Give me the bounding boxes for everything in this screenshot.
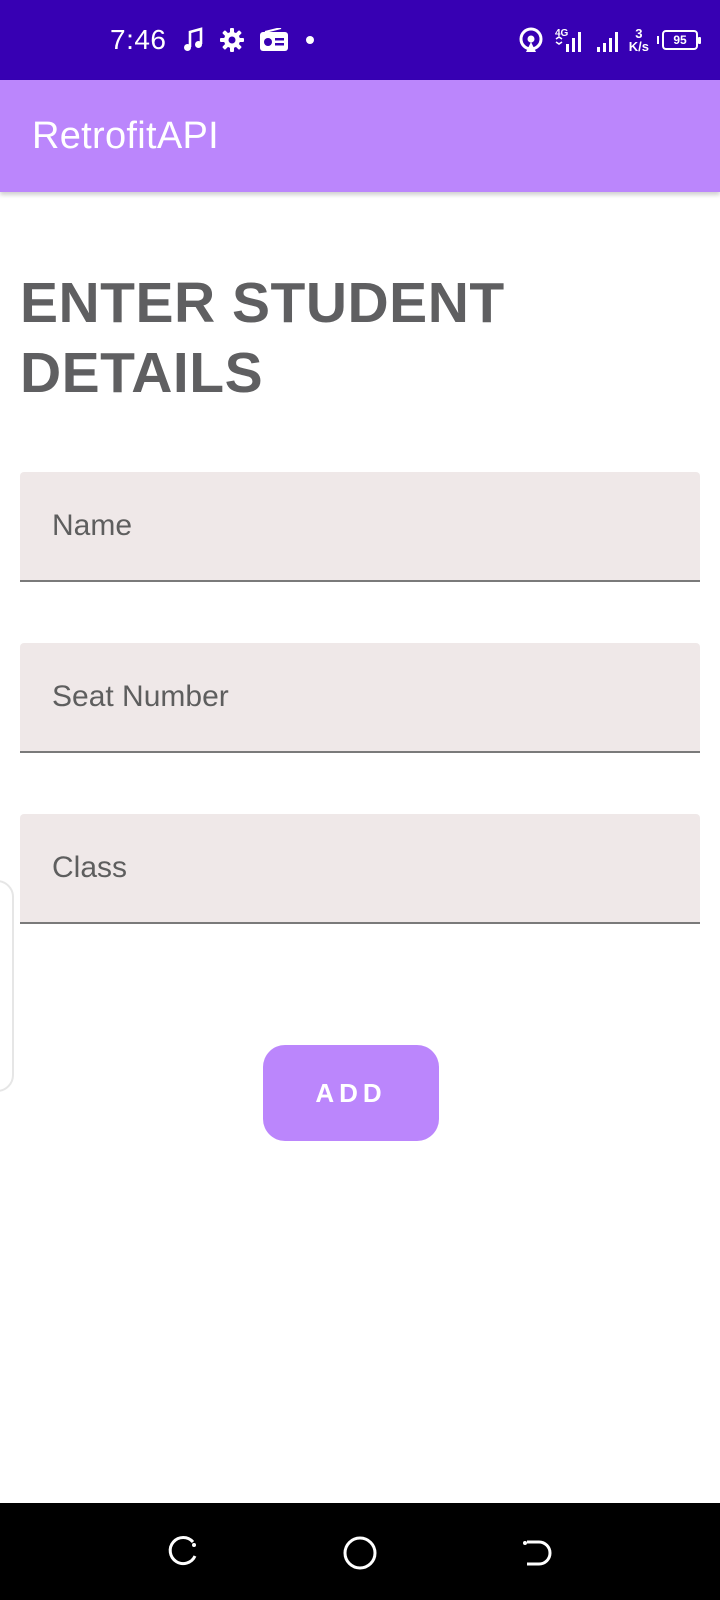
gear-icon	[219, 27, 245, 53]
app-bar: RetrofitAPI	[0, 80, 720, 192]
signal-icon	[595, 26, 621, 54]
radio-icon	[259, 28, 289, 52]
back-icon[interactable]	[516, 1533, 556, 1573]
navigation-bar	[0, 1503, 720, 1600]
class-input[interactable]	[20, 814, 700, 922]
status-bar: 7:46 4G 3 K/s 95	[0, 0, 720, 80]
battery-level: 95	[662, 30, 701, 50]
page-heading: ENTER STUDENT DETAILS	[20, 271, 505, 405]
net-speed-unit: K/s	[628, 39, 649, 54]
name-input[interactable]	[20, 472, 700, 580]
music-note-icon	[181, 27, 205, 53]
net-speed: 3 K/s	[629, 27, 649, 53]
status-bar-left: 7:46	[110, 0, 317, 80]
home-icon[interactable]	[340, 1533, 380, 1573]
status-time: 7:46	[110, 24, 167, 55]
class-field[interactable]	[20, 814, 700, 924]
edge-panel-handle[interactable]	[0, 880, 14, 1092]
add-button[interactable]: ADD	[263, 1045, 439, 1141]
name-field[interactable]	[20, 472, 700, 582]
signal-icon: 4G	[553, 26, 587, 54]
seat-number-input[interactable]	[20, 643, 700, 751]
dot-icon	[303, 33, 317, 47]
seat-number-field[interactable]	[20, 643, 700, 753]
battery-icon: 95	[657, 30, 701, 50]
status-bar-right: 4G 3 K/s 95	[517, 0, 701, 80]
app-title: RetrofitAPI	[32, 114, 220, 157]
recent-apps-icon[interactable]	[164, 1533, 204, 1573]
hotspot-icon	[517, 26, 545, 54]
